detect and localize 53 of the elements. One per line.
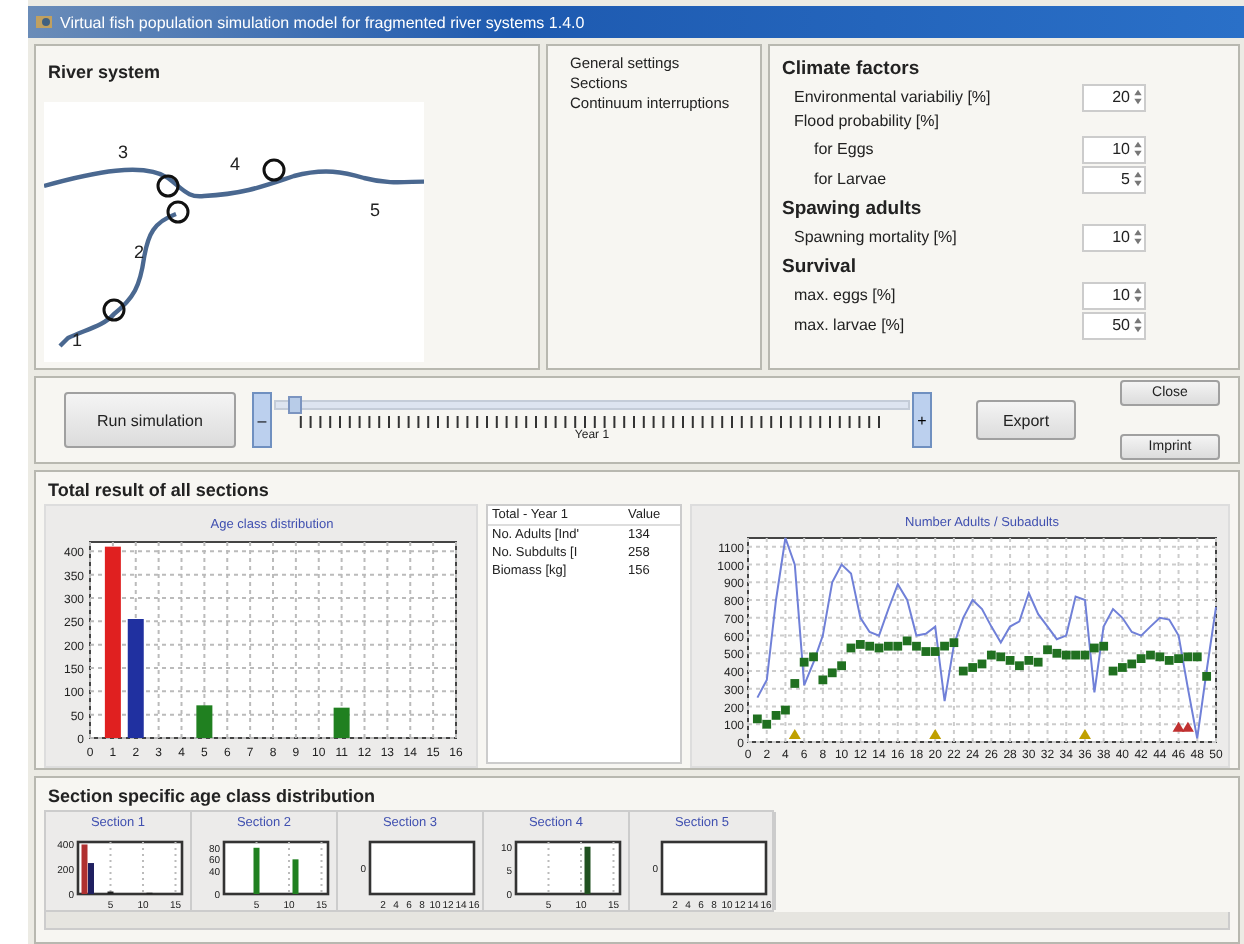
spin-field[interactable]: 10 — [1082, 223, 1146, 251]
spin-arrows-icon — [1132, 168, 1144, 190]
spin-arrows-icon — [1132, 284, 1144, 306]
bar — [253, 847, 260, 894]
minus-button[interactable]: – — [252, 392, 272, 448]
panel-title: Total result of all sections — [46, 478, 271, 504]
data-point — [790, 679, 800, 688]
spin-arrows-icon — [1132, 314, 1144, 336]
bar — [584, 846, 591, 894]
export-button[interactable]: Export — [976, 400, 1076, 440]
setting-label: Spawning mortality [%] — [794, 228, 959, 246]
setting-label: for Eggs — [814, 140, 876, 158]
spin-field[interactable]: 10 — [1082, 281, 1146, 309]
spin-arrows-icon — [1132, 86, 1144, 108]
plus-button[interactable]: + — [912, 392, 932, 448]
setting-label: Environmental variabiliy [%] — [794, 88, 993, 106]
spin-field[interactable]: 20 — [1082, 83, 1146, 111]
section-label: 4 — [230, 154, 241, 174]
setting-label: for Larvae — [814, 170, 889, 188]
section-heading: Spawing adults — [782, 198, 924, 220]
section-label: 3 — [118, 142, 129, 162]
barrier-icon — [166, 200, 190, 224]
run-simulation-button[interactable]: Run simulation — [64, 392, 236, 448]
app-icon — [34, 12, 54, 32]
panel-title: River system — [46, 60, 163, 86]
setting-label: max. larvae [%] — [794, 316, 907, 334]
triangle-marker — [1078, 728, 1091, 739]
empty-plot-frame — [660, 840, 768, 896]
spin-arrows-icon — [1132, 138, 1144, 160]
spin-field[interactable]: 50 — [1082, 311, 1146, 339]
window-title: Virtual fish population simulation model for fragmented river systems 1.4.0 — [60, 13, 585, 31]
section-label: 1 — [72, 330, 83, 350]
section-heading: Survival — [782, 256, 858, 278]
section-heading: Climate factors — [782, 58, 922, 80]
barrier-icon — [102, 298, 126, 322]
setting-label: max. eggs [%] — [794, 286, 898, 304]
data-point — [1202, 671, 1212, 681]
slider-thumb[interactable] — [288, 395, 303, 413]
bar — [292, 859, 299, 894]
setting-label: Flood probability [%] — [792, 112, 941, 134]
barrier-icon — [156, 174, 180, 198]
barrier-icon — [262, 158, 286, 182]
section-label: 2 — [134, 242, 145, 262]
section-label: 5 — [370, 200, 381, 220]
spin-arrows-icon — [1132, 226, 1144, 248]
spin-field[interactable]: 10 — [1082, 135, 1146, 163]
bar — [196, 705, 213, 738]
triangle-marker — [788, 728, 801, 739]
spin-field[interactable]: 5 — [1082, 165, 1146, 193]
panel-title: Section specific age class distribution — [46, 784, 378, 810]
year-slider-track[interactable] — [274, 399, 910, 409]
empty-plot-frame — [368, 840, 476, 896]
triangle-marker — [929, 728, 942, 739]
